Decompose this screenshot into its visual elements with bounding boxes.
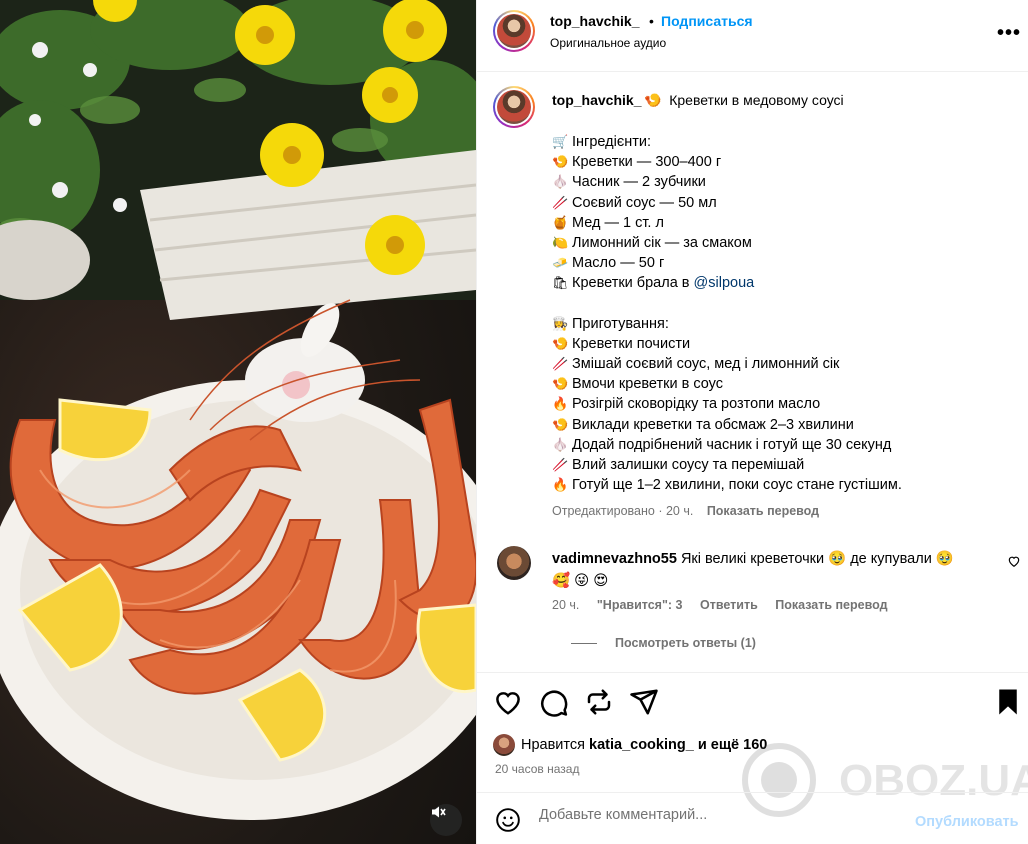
line-text: Вмочи креветки в соус — [572, 376, 723, 393]
line-emoji: 🛍 — [552, 275, 569, 291]
liker-avatar — [493, 734, 515, 756]
line-text: Готуй ще 1–2 хвилини, поки соус стане гу… — [572, 477, 902, 494]
line-emoji: 🍤 — [552, 154, 569, 170]
line-text: Часник — 2 зубчики — [572, 174, 706, 191]
post-media[interactable] — [0, 0, 476, 844]
line-text: Креветки почисти — [572, 335, 691, 352]
comment-age: 20 ч. — [552, 598, 580, 612]
line-text: Мед — 1 ст. л — [572, 214, 664, 231]
caption-line: 🔥 Розігрій сковорідку та розтопи масло — [552, 394, 1012, 414]
line-text: Змішай соєвий соус, мед і лимонний сік — [572, 356, 840, 373]
caption-line: 🍤 Креветки почисти — [552, 334, 1012, 354]
line-emoji: 🔥 — [552, 396, 569, 412]
mute-button[interactable] — [430, 804, 462, 836]
line-emoji: 🔥 — [552, 477, 569, 493]
line-text: Влий залишки соусу та перемішай — [572, 457, 805, 473]
line-text: Приготування: — [572, 315, 669, 332]
post-panel: top_havchik_ • Подписаться Оригинальное … — [476, 0, 1028, 844]
translate-comment-button[interactable]: Показать перевод — [775, 598, 887, 612]
action-bar — [477, 672, 1028, 732]
follow-button[interactable]: Подписаться — [661, 13, 753, 29]
line-emoji: 🥢 — [552, 356, 569, 372]
line-emoji: 🍯 — [552, 214, 569, 230]
caption-line: 🛒 Інгредієнти: — [552, 132, 1012, 152]
separator-dot: • — [649, 13, 654, 29]
caption-line: 🥢 Соєвий соус — 50 мл — [552, 193, 1012, 213]
author-username[interactable]: top_havchik_ — [550, 13, 639, 29]
caption-meta: Отредактировано · 20 ч. Показать перевод — [552, 504, 819, 518]
caption-line: 🛍 Креветки брала в @silpoua — [552, 273, 1012, 293]
line-emoji: 🧈 — [552, 255, 569, 271]
line-text: Додай подрібнений часник і готуй ще 30 с… — [572, 436, 892, 453]
line-text: Креветки — 300–400 г — [572, 154, 722, 171]
line-emoji: 🧄 — [552, 174, 569, 190]
caption-line: 🥢 Влий залишки соусу та перемішай — [552, 455, 1012, 475]
comment-likes[interactable]: "Нравится": 3 — [597, 598, 683, 612]
caption-line: 🍤 Виклади креветки та обсмаж 2–3 хвилини — [552, 415, 1012, 435]
line-text: Розігрій сковорідку та розтопи масло — [572, 396, 821, 413]
caption-line: 🍤 Вмочи креветки в соус — [552, 374, 1012, 394]
commenter-avatar[interactable] — [497, 546, 531, 580]
author-avatar[interactable] — [493, 10, 535, 52]
line-emoji: 🍤 — [552, 335, 569, 351]
likes-summary[interactable]: Нравится katia_cooking_ и ещё 160 — [493, 734, 767, 756]
repost-icon[interactable] — [584, 687, 614, 717]
caption-line: 👩‍🍳 Приготування: — [552, 314, 1012, 334]
line-emoji: 🥢 — [552, 194, 569, 210]
mention-link[interactable]: @silpoua — [694, 275, 755, 291]
shrimp-photo — [0, 0, 476, 820]
line-emoji: 🍤 — [552, 376, 569, 392]
post-timestamp[interactable]: 20 часов назад — [495, 762, 579, 776]
line-emoji: 🧄 — [552, 436, 569, 452]
line-emoji: 🍤 — [552, 416, 569, 432]
line-text: Масло — 50 г — [572, 255, 665, 272]
line-text: Лимонний сік — за смаком — [572, 234, 752, 251]
caption-title: 🍤 Креветки в медовому соусі — [644, 92, 844, 108]
caption-line: 🍯 Мед — 1 ст. л — [552, 213, 1012, 233]
comment-input[interactable] — [539, 807, 899, 823]
reply-button[interactable]: Ответить — [700, 598, 758, 612]
commenter-username[interactable]: vadimnevazhno55 — [552, 551, 677, 567]
line-emoji: 🍋 — [552, 234, 569, 250]
line-emoji: 🥢 — [552, 457, 569, 472]
caption-line: 🧄 Часник — 2 зубчики — [552, 172, 1012, 192]
caption-line: 🔥 Готуй ще 1–2 хвилини, поки соус стане г… — [552, 475, 1012, 495]
view-replies-button[interactable]: Посмотреть ответы (1) — [571, 636, 756, 650]
caption-line: 🍋 Лимонний сік — за смаком — [552, 233, 1012, 253]
line-emoji: 🛒 — [552, 134, 569, 149]
post-header: top_havchik_ • Подписаться Оригинальное … — [477, 0, 1028, 72]
publish-button[interactable]: Опубликовать — [915, 814, 1019, 830]
caption-line — [552, 294, 1012, 314]
translate-caption-button[interactable]: Показать перевод — [707, 504, 819, 518]
caption-lines: 🛒 Інгредієнти: 🍤 Креветки — 300–400 г 🧄 Часни… — [552, 132, 1012, 495]
line-text: Креветки брала в — [572, 275, 694, 292]
line-emoji: 👩‍🍳 — [552, 315, 569, 331]
more-icon[interactable]: ••• — [997, 22, 1021, 45]
bookmark-icon[interactable] — [993, 687, 1023, 717]
line-text: Соєвий соус — 50 мл — [572, 194, 717, 211]
heart-icon[interactable] — [493, 687, 523, 717]
caption-username[interactable]: top_havchik_ — [552, 92, 641, 108]
mute-icon — [432, 806, 446, 818]
add-comment-bar: Опубликовать — [477, 792, 1028, 844]
share-icon[interactable] — [629, 687, 659, 717]
caption-line: 🧈 Масло — 50 г — [552, 253, 1012, 273]
caption-line: 🧄 Додай подрібнений часник і готуй ще 30 … — [552, 435, 1012, 455]
comment-heart-icon[interactable] — [1007, 554, 1021, 568]
liker-username[interactable]: katia_cooking_ — [589, 737, 694, 753]
edited-label: Отредактировано · 20 ч. — [552, 504, 694, 518]
caption-avatar[interactable] — [493, 86, 535, 128]
audio-label[interactable]: Оригинальное аудио — [550, 36, 666, 50]
line-text: Виклади креветки та обсмаж 2–3 хвилини — [572, 416, 854, 433]
caption-line: 🍤 Креветки — 300–400 г — [552, 152, 1012, 172]
line-text: Інгредієнти: — [572, 134, 651, 150]
comment-icon[interactable] — [539, 687, 569, 717]
emoji-icon[interactable] — [495, 807, 521, 833]
caption-line: 🥢 Змішай соєвий соус, мед і лимонний сік — [552, 354, 1012, 374]
comment-text: vadimnevazhno55 Які великі креветочки 🥹 … — [552, 551, 954, 589]
comment-meta: 20 ч. "Нравится": 3 Ответить Показать пе… — [552, 598, 902, 612]
